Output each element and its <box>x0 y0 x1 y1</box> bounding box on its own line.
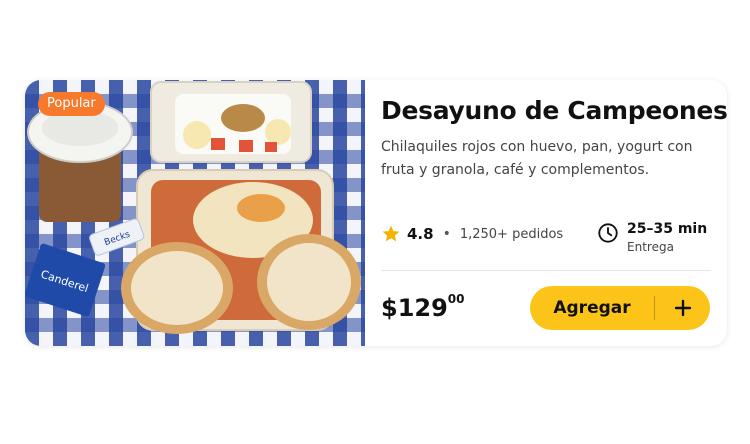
delivery-text: 25–35 min Entrega <box>627 220 707 256</box>
egg-yolk <box>237 194 285 222</box>
granola <box>221 104 265 132</box>
strawberry-piece <box>265 142 277 152</box>
sweetener-packet: Canderel <box>25 243 106 317</box>
strawberry-piece <box>239 140 253 152</box>
product-description: Chilaquiles rojos con huevo, pan, yogurt… <box>381 139 693 178</box>
rating-value: 4.8 <box>407 225 434 243</box>
breakfast-illustration: Canderel Becks <box>25 81 361 334</box>
price: $12900 <box>381 292 465 322</box>
delivery-time: 25–35 min <box>627 221 708 237</box>
price-main: $129 <box>381 294 448 322</box>
food-photo: Canderel Becks Popular <box>25 80 365 346</box>
banana-slice <box>265 119 291 145</box>
banana-slice <box>183 121 211 149</box>
star-icon <box>382 225 400 242</box>
bread-crumb <box>131 251 223 325</box>
popular-badge: Popular <box>38 92 105 116</box>
plus-icon <box>655 299 710 317</box>
product-card[interactable]: Canderel Becks Popular Desayuno de Campe… <box>25 80 727 346</box>
clock-icon <box>598 223 618 243</box>
add-button-label: Agregar <box>553 298 631 318</box>
delivery-label: Entrega <box>627 240 674 254</box>
add-to-cart-button[interactable]: Agregar <box>530 286 710 330</box>
delivery-info: 25–35 min Entrega <box>597 220 707 256</box>
title-text: Desayuno de Campeones <box>381 96 727 125</box>
product-info: Desayuno de Campeones🏆 Chilaquiles rojos… <box>365 80 727 346</box>
meta-separator: • <box>442 226 451 242</box>
price-cents: 00 <box>447 292 465 306</box>
strawberry-piece <box>211 138 225 150</box>
product-title: Desayuno de Campeones🏆 <box>381 96 727 125</box>
bread-crumb <box>267 243 351 321</box>
rating-row: 4.8 • 1,250+ pedidos <box>381 222 563 246</box>
orders-count: 1,250+ pedidos <box>459 226 564 242</box>
divider <box>381 270 711 271</box>
